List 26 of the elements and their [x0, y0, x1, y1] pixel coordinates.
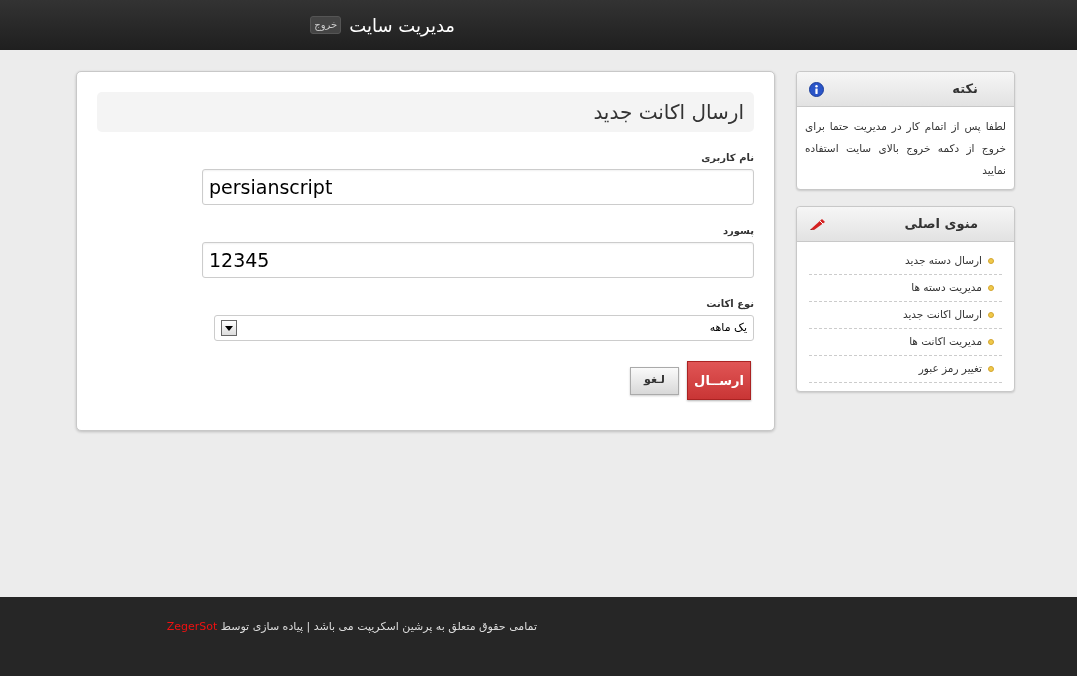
menu-link[interactable]: تغییر رمز عبور: [809, 356, 1002, 383]
field-label: نوع اکانت: [705, 297, 754, 311]
panel-title: منوی اصلی: [904, 215, 979, 234]
submit-button[interactable]: ارســال: [687, 361, 751, 400]
input-field[interactable]: persianscript: [202, 169, 754, 205]
info-icon: [809, 81, 824, 97]
field-label: نام کاربری: [700, 151, 754, 165]
menu-link[interactable]: ارسال دسته جدید: [809, 248, 1002, 275]
input-field[interactable]: 12345: [202, 242, 754, 278]
panel-title: نکته: [952, 80, 979, 99]
form-title: ارسال اکانت جدید: [97, 92, 754, 132]
field-label: پسورد: [721, 224, 754, 238]
cancel-button[interactable]: لـغو: [630, 366, 679, 395]
bullet-icon: [988, 258, 994, 264]
pencil-icon: [809, 217, 826, 231]
logout-button[interactable]: خروج: [310, 16, 342, 34]
bullet-icon: [988, 285, 994, 291]
bullet-icon: [988, 339, 994, 345]
note-text: لطفا پس از اتمام کار در مدیریت حتما برای خروج از دکمه خروج بالای سایت استفاده نمایید: [804, 119, 1007, 178]
menu-link[interactable]: مدیریت دسته ها: [809, 275, 1002, 302]
bullet-icon: [988, 366, 994, 372]
site-title: مدیریت سایت: [349, 13, 455, 39]
bullet-icon: [988, 312, 994, 318]
dropdown[interactable]: یک ماهه: [214, 315, 754, 341]
menu-link[interactable]: مدیریت اکانت ها: [809, 329, 1002, 356]
menu-link[interactable]: ارسال اکانت جدید: [809, 302, 1002, 329]
